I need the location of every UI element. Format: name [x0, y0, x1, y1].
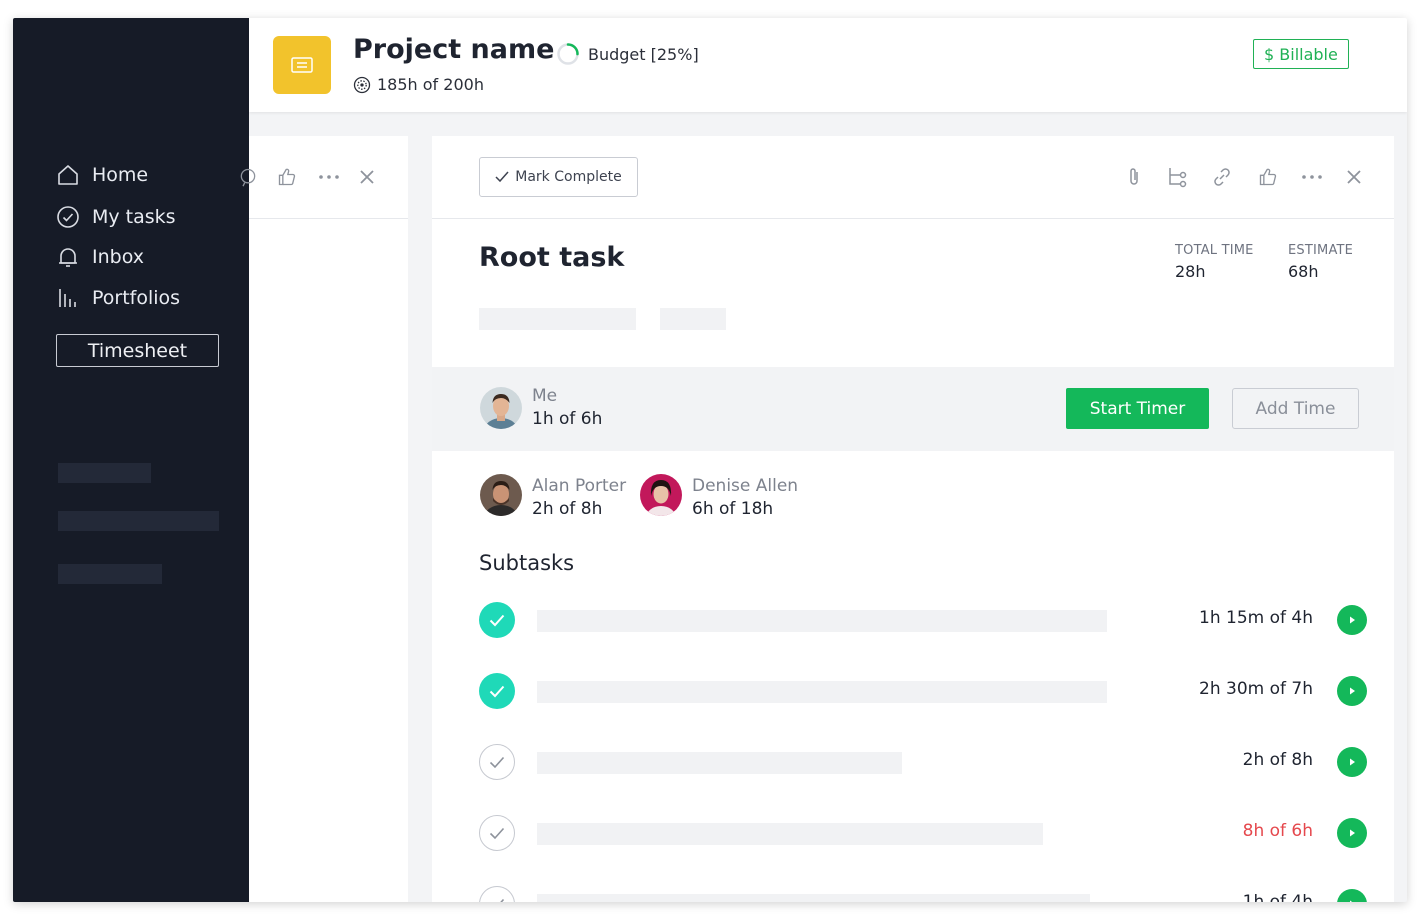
task-toolbar: Mark Complete — [432, 136, 1394, 219]
play-icon — [1350, 616, 1355, 624]
more-icon[interactable] — [317, 165, 341, 189]
like-icon[interactable] — [275, 165, 299, 189]
sidebar-item-label: My tasks — [92, 206, 176, 228]
subtask-checkbox[interactable] — [479, 815, 515, 851]
assignee-name: Me — [532, 386, 558, 406]
tag-placeholder — [660, 308, 726, 330]
subtask-name-placeholder[interactable] — [537, 610, 1107, 632]
app-window: Home My tasks Inbox Portfolios Timesheet — [13, 18, 1407, 902]
budget-indicator: Budget [25%] — [556, 42, 699, 66]
sidebar-item-home[interactable]: Home — [55, 161, 148, 189]
checkmark-icon — [489, 756, 505, 768]
assignee-hours: 1h of 6h — [532, 409, 603, 429]
subtask-checkbox[interactable] — [479, 744, 515, 780]
subtasks-heading: Subtasks — [479, 551, 575, 575]
budget-progress-ring — [557, 43, 579, 65]
tag-placeholder — [479, 308, 636, 330]
subtask-row[interactable]: 1h of 4h — [432, 884, 1394, 902]
mark-complete-button[interactable]: Mark Complete — [479, 157, 638, 197]
subtask-row[interactable]: 1h 15m of 4h — [432, 600, 1394, 640]
subtask-name-placeholder[interactable] — [537, 823, 1043, 845]
assignee-name: Alan Porter — [532, 476, 627, 496]
subtask-row[interactable]: 2h 30m of 7h — [432, 671, 1394, 711]
like-icon[interactable] — [1256, 165, 1280, 189]
subtask-time: 1h 15m of 4h — [1199, 608, 1313, 628]
subtask-name-placeholder[interactable] — [537, 894, 1090, 902]
subtask-row[interactable]: 2h of 8h — [432, 742, 1394, 782]
bar-chart-icon — [55, 285, 81, 311]
task-title: Root task — [479, 242, 625, 273]
assignee-name: Denise Allen — [692, 476, 799, 496]
close-icon[interactable] — [1342, 165, 1366, 189]
sidebar-item-label: Home — [92, 164, 149, 186]
sidebar-placeholder — [58, 463, 151, 483]
sidebar-item-inbox[interactable]: Inbox — [55, 243, 144, 271]
avatar — [480, 474, 522, 516]
checkmark-icon — [499, 898, 505, 902]
subtask-checkbox[interactable] — [479, 673, 515, 709]
play-icon — [1350, 687, 1355, 695]
assignee-hours: 2h of 8h — [532, 499, 603, 519]
play-icon — [1350, 900, 1353, 902]
play-icon — [1350, 829, 1355, 837]
assignee-hours: 6h of 18h — [692, 499, 774, 519]
subtask-time: 2h of 8h — [1242, 750, 1313, 770]
my-time-row: Me 1h of 6h Start Timer Add Time — [432, 367, 1394, 451]
subtask-checkbox[interactable] — [479, 602, 515, 638]
sidebar-placeholder — [58, 564, 162, 584]
subtask-name-placeholder[interactable] — [537, 752, 902, 774]
sidebar-item-label: Inbox — [92, 246, 144, 268]
checkmark-icon — [489, 827, 505, 839]
timer-icon — [353, 76, 371, 94]
panel-toolbar — [240, 136, 408, 219]
avatar — [480, 387, 522, 429]
subtask-time: 2h 30m of 7h — [1199, 679, 1313, 699]
project-icon — [273, 36, 331, 94]
estimate-stat: ESTIMATE 68h — [1288, 243, 1354, 281]
check-circle-icon — [55, 204, 81, 230]
start-timer-button[interactable]: Start Timer — [1066, 388, 1209, 429]
checkmark-icon — [489, 614, 505, 626]
checkmark-icon — [489, 685, 505, 697]
subtask-play-button[interactable] — [1337, 747, 1367, 777]
subtask-play-button[interactable] — [1337, 818, 1367, 848]
home-icon — [55, 162, 81, 188]
subtask-time: 1h of 4h — [1242, 892, 1313, 902]
subtask-icon[interactable] — [1166, 165, 1190, 189]
subtask-play-button[interactable] — [1337, 676, 1367, 706]
sidebar-item-my-tasks[interactable]: My tasks — [55, 203, 176, 231]
link-icon[interactable] — [1210, 165, 1234, 189]
subtask-checkbox[interactable] — [479, 886, 515, 902]
close-icon[interactable] — [355, 165, 379, 189]
avatar — [640, 474, 682, 516]
checkmark-icon — [495, 171, 509, 183]
subtask-time: 8h of 6h — [1242, 821, 1313, 841]
comment-icon[interactable] — [236, 165, 260, 189]
sidebar: Home My tasks Inbox Portfolios Timesheet — [13, 18, 249, 902]
project-title: Project name — [353, 34, 555, 65]
more-icon[interactable] — [1300, 165, 1324, 189]
sidebar-item-portfolios[interactable]: Portfolios — [55, 284, 180, 312]
subtask-row[interactable]: 8h of 6h — [432, 813, 1394, 853]
add-time-button[interactable]: Add Time — [1232, 388, 1359, 429]
sidebar-item-label: Portfolios — [92, 287, 181, 309]
attachment-icon[interactable] — [1122, 165, 1146, 189]
subtask-play-button[interactable] — [1337, 605, 1367, 635]
previous-task-panel — [240, 136, 408, 902]
billable-toggle[interactable]: $ Billable — [1253, 39, 1349, 69]
task-detail-panel: Mark Complete Root task TOTAL TIME 28h E… — [432, 136, 1394, 902]
sidebar-placeholder — [58, 511, 219, 531]
project-header: Project name 185h of 200h Budget [25%] $… — [249, 18, 1407, 112]
play-icon — [1350, 758, 1355, 766]
timesheet-button[interactable]: Timesheet — [56, 334, 219, 367]
subtask-play-button[interactable] — [1337, 889, 1367, 902]
total-time-stat: TOTAL TIME 28h — [1175, 243, 1254, 281]
project-hours: 185h of 200h — [353, 75, 484, 94]
bell-icon — [55, 244, 81, 270]
subtask-name-placeholder[interactable] — [537, 681, 1107, 703]
